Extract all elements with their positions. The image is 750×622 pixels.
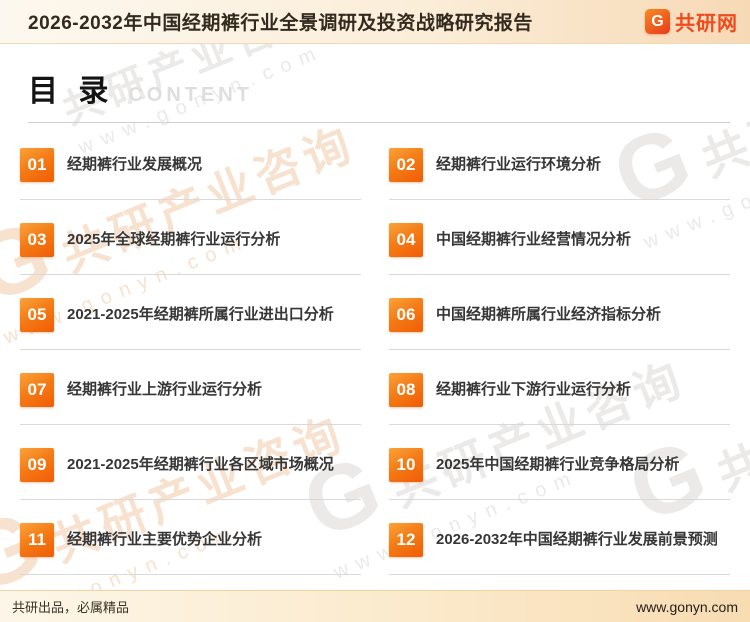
toc-item-07: 07 经期裤行业上游行业运行分析 [20, 350, 361, 425]
toc-item-05: 05 2021-2025年经期裤所属行业进出口分析 [20, 275, 361, 350]
toc-item-number-badge: 03 [20, 223, 54, 257]
toc-item-08: 08 经期裤行业下游行业运行分析 [389, 350, 730, 425]
toc-item-number-badge: 04 [389, 223, 423, 257]
footer-slogan: 共研出品，必属精品 [12, 600, 130, 615]
toc-item-label: 经期裤行业主要优势企业分析 [67, 530, 263, 548]
header-bar: 2026-2032年中国经期裤行业全景调研及投资战略研究报告 G 共研网 [0, 0, 750, 44]
toc-grid: 01 经期裤行业发展概况 02 经期裤行业运行环境分析 03 2025年全球经期… [20, 125, 730, 575]
toc-item-label: 2025年中国经期裤行业竞争格局分析 [436, 455, 680, 473]
footer-bar: 共研出品，必属精品 www.gonyn.com [0, 590, 750, 622]
toc-heading-en: CONTENT [128, 84, 254, 106]
toc-item-number-badge: 05 [20, 298, 54, 332]
toc-item-label: 中国经期裤行业经营情况分析 [436, 230, 632, 248]
toc-item-03: 03 2025年全球经期裤行业运行分析 [20, 200, 361, 275]
toc-item-label: 经期裤行业下游行业运行分析 [436, 380, 632, 398]
toc-heading: 目 录 CONTENT [28, 66, 730, 123]
toc-item-02: 02 经期裤行业运行环境分析 [389, 125, 730, 200]
toc-item-label: 经期裤行业发展概况 [67, 155, 203, 173]
toc-item-label: 2026-2032年中国经期裤行业发展前景预测 [436, 530, 718, 548]
toc-content: 目 录 CONTENT 01 经期裤行业发展概况 02 经期裤行业运行环境分析 … [0, 44, 750, 590]
toc-item-06: 06 中国经期裤所属行业经济指标分析 [389, 275, 730, 350]
toc-item-number-badge: 10 [389, 448, 423, 482]
toc-item-number-badge: 12 [389, 523, 423, 557]
toc-item-01: 01 经期裤行业发展概况 [20, 125, 361, 200]
gonyn-logo-g-icon: G [645, 9, 670, 34]
gonyn-logo[interactable]: G 共研网 [645, 7, 738, 36]
toc-item-number-badge: 11 [20, 523, 54, 557]
toc-heading-cn: 目 录 [28, 75, 115, 108]
gonyn-logo-text: 共研网 [675, 13, 738, 35]
toc-item-number-badge: 06 [389, 298, 423, 332]
toc-item-10: 10 2025年中国经期裤行业竞争格局分析 [389, 425, 730, 500]
toc-item-04: 04 中国经期裤行业经营情况分析 [389, 200, 730, 275]
toc-item-label: 2021-2025年经期裤所属行业进出口分析 [67, 305, 334, 323]
report-toc-page: 共研产业咨询 www.gonyn.com G共研产业咨询 www.gonyn.c… [0, 0, 750, 622]
report-title: 2026-2032年中国经期裤行业全景调研及投资战略研究报告 [28, 13, 533, 34]
toc-item-number-badge: 01 [20, 148, 54, 182]
toc-item-11: 11 经期裤行业主要优势企业分析 [20, 500, 361, 575]
toc-item-label: 经期裤行业运行环境分析 [436, 155, 602, 173]
toc-item-label: 经期裤行业上游行业运行分析 [67, 380, 263, 398]
footer-website-link[interactable]: www.gonyn.com [636, 599, 738, 615]
toc-item-09: 09 2021-2025年经期裤行业各区域市场概况 [20, 425, 361, 500]
toc-item-12: 12 2026-2032年中国经期裤行业发展前景预测 [389, 500, 730, 575]
toc-item-number-badge: 09 [20, 448, 54, 482]
toc-item-number-badge: 07 [20, 373, 54, 407]
toc-item-label: 中国经期裤所属行业经济指标分析 [436, 305, 662, 323]
toc-item-label: 2021-2025年经期裤行业各区域市场概况 [67, 455, 334, 473]
toc-item-label: 2025年全球经期裤行业运行分析 [67, 230, 281, 248]
toc-item-number-badge: 02 [389, 148, 423, 182]
toc-item-number-badge: 08 [389, 373, 423, 407]
